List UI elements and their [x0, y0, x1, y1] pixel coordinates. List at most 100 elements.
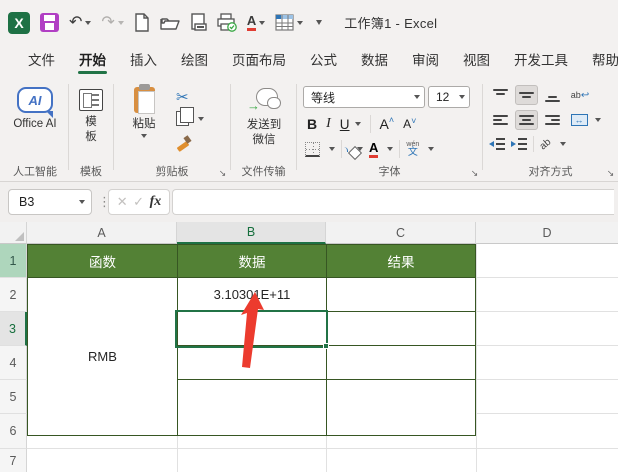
merge-center-button[interactable]: ↔: [567, 110, 591, 130]
tab-developer[interactable]: 开发工具: [502, 43, 580, 78]
office-ai-label: Office AI: [13, 118, 57, 130]
underline-button[interactable]: U: [340, 117, 350, 132]
merge-chevron-icon[interactable]: [595, 118, 601, 122]
title-bar: X ↶ ↷ A 工作簿1 - Excel: [0, 0, 618, 45]
fill-handle[interactable]: [323, 343, 329, 349]
cell-c4[interactable]: [327, 346, 475, 380]
name-box-value: B3: [19, 195, 35, 209]
template-button[interactable]: 模板: [78, 89, 104, 145]
increase-indent-button[interactable]: [511, 138, 527, 150]
undo-icon: ↶: [69, 13, 83, 31]
redo-button[interactable]: ↷: [101, 11, 124, 35]
col-header-a[interactable]: A: [27, 222, 177, 244]
font-color-chevron-icon[interactable]: [259, 20, 266, 25]
col-header-c[interactable]: C: [326, 222, 476, 244]
enter-button[interactable]: ✓: [133, 194, 144, 210]
tab-file[interactable]: 文件: [16, 43, 67, 78]
tab-draw[interactable]: 绘图: [169, 43, 220, 78]
cell-c5[interactable]: [327, 380, 475, 435]
tab-home[interactable]: 开始: [67, 43, 118, 78]
print-preview-button[interactable]: [190, 11, 207, 35]
send-wechat-button[interactable]: → 发送到微信: [245, 88, 283, 148]
cell-a1[interactable]: 函数: [28, 245, 178, 278]
font-name-select[interactable]: 等线: [303, 86, 425, 108]
increase-font-button[interactable]: A ˄: [380, 115, 395, 132]
align-left-button[interactable]: [489, 110, 512, 130]
font-color-qat-button[interactable]: A: [246, 11, 266, 35]
row-header-1[interactable]: 1: [0, 244, 27, 278]
tab-help[interactable]: 帮助: [580, 43, 618, 78]
formula-buttons: ✕ ✓ fx: [108, 189, 170, 215]
table-format-button[interactable]: [275, 11, 304, 35]
undo-chevron-icon[interactable]: [85, 20, 92, 25]
align-middle-button[interactable]: [515, 85, 538, 105]
quick-print-button[interactable]: [217, 11, 237, 35]
paste-chevron-icon[interactable]: [141, 134, 147, 138]
row-header-4[interactable]: 4: [0, 346, 27, 380]
tab-data[interactable]: 数据: [349, 43, 400, 78]
orientation-button[interactable]: ab: [538, 136, 554, 152]
paste-button[interactable]: 粘贴: [124, 84, 164, 138]
row-header-3[interactable]: 3: [0, 312, 27, 346]
copy-button[interactable]: [176, 107, 204, 126]
tab-formulas[interactable]: 公式: [298, 43, 349, 78]
col-header-b[interactable]: B: [177, 222, 326, 244]
copy-chevron-icon[interactable]: [198, 116, 204, 121]
selection-box-b3[interactable]: [175, 310, 328, 348]
phonetic-chevron-icon[interactable]: [428, 147, 435, 151]
cancel-button[interactable]: ✕: [117, 194, 128, 210]
cell-b4[interactable]: [178, 346, 327, 380]
col-header-d[interactable]: D: [476, 222, 618, 244]
name-box[interactable]: B3: [8, 189, 92, 215]
italic-button[interactable]: I: [326, 116, 331, 132]
row-header-5[interactable]: 5: [0, 380, 27, 414]
cell-b1[interactable]: 数据: [178, 245, 327, 278]
cell-a2-merged-rmb[interactable]: RMB: [28, 278, 178, 435]
format-painter-button[interactable]: [176, 136, 190, 150]
font-size-select[interactable]: 12: [428, 86, 470, 108]
borders-chevron-icon[interactable]: [329, 147, 335, 151]
qat-overflow-button[interactable]: [313, 11, 323, 35]
font-color-button[interactable]: A: [369, 141, 379, 158]
borders-button[interactable]: [305, 141, 320, 157]
row-header-2[interactable]: 2: [0, 278, 27, 312]
cell-c3[interactable]: [327, 312, 475, 346]
cell-c2[interactable]: [327, 278, 475, 312]
font-color-chevron2-icon[interactable]: [387, 147, 394, 151]
undo-button[interactable]: ↶: [69, 11, 92, 35]
open-file-button[interactable]: [160, 11, 180, 35]
phonetic-guide-button[interactable]: wén 文: [406, 141, 419, 158]
formula-input[interactable]: [172, 189, 614, 215]
row-header-6[interactable]: 6: [0, 414, 27, 449]
wrap-text-button[interactable]: ab ↩: [567, 85, 593, 105]
insert-function-button[interactable]: fx: [150, 194, 162, 210]
orientation-chevron-icon[interactable]: [560, 142, 567, 146]
new-file-button[interactable]: [134, 11, 150, 35]
align-right-button[interactable]: [541, 110, 564, 130]
table-format-chevron-icon[interactable]: [297, 20, 304, 25]
decrease-font-button[interactable]: A ˅: [403, 116, 416, 131]
tab-view[interactable]: 视图: [451, 43, 502, 78]
alignment-dialog-launcher[interactable]: ↘: [605, 168, 616, 179]
underline-chevron-icon[interactable]: [354, 122, 361, 126]
tab-page-layout[interactable]: 页面布局: [220, 43, 298, 78]
qat-overflow-icon: [316, 20, 323, 25]
bold-button[interactable]: B: [307, 116, 317, 132]
font-dialog-launcher[interactable]: ↘: [469, 168, 480, 179]
cut-button[interactable]: ✂: [176, 88, 189, 106]
name-box-chevron-icon[interactable]: [79, 200, 85, 204]
cell-b2[interactable]: 3.10301E+11: [178, 278, 327, 312]
office-ai-button[interactable]: AI Office AI: [9, 87, 61, 132]
align-center-button[interactable]: [515, 110, 538, 130]
align-top-button[interactable]: [489, 85, 512, 105]
save-button[interactable]: [40, 11, 59, 35]
row-header-7[interactable]: 7: [0, 449, 27, 472]
tab-insert[interactable]: 插入: [118, 43, 169, 78]
tab-review[interactable]: 审阅: [400, 43, 451, 78]
align-bottom-button[interactable]: [541, 85, 564, 105]
cell-b5[interactable]: [178, 380, 327, 435]
cell-c1[interactable]: 结果: [327, 245, 475, 278]
clipboard-dialog-launcher[interactable]: ↘: [217, 168, 228, 179]
decrease-indent-button[interactable]: [489, 138, 505, 150]
select-all-corner[interactable]: [0, 222, 27, 244]
